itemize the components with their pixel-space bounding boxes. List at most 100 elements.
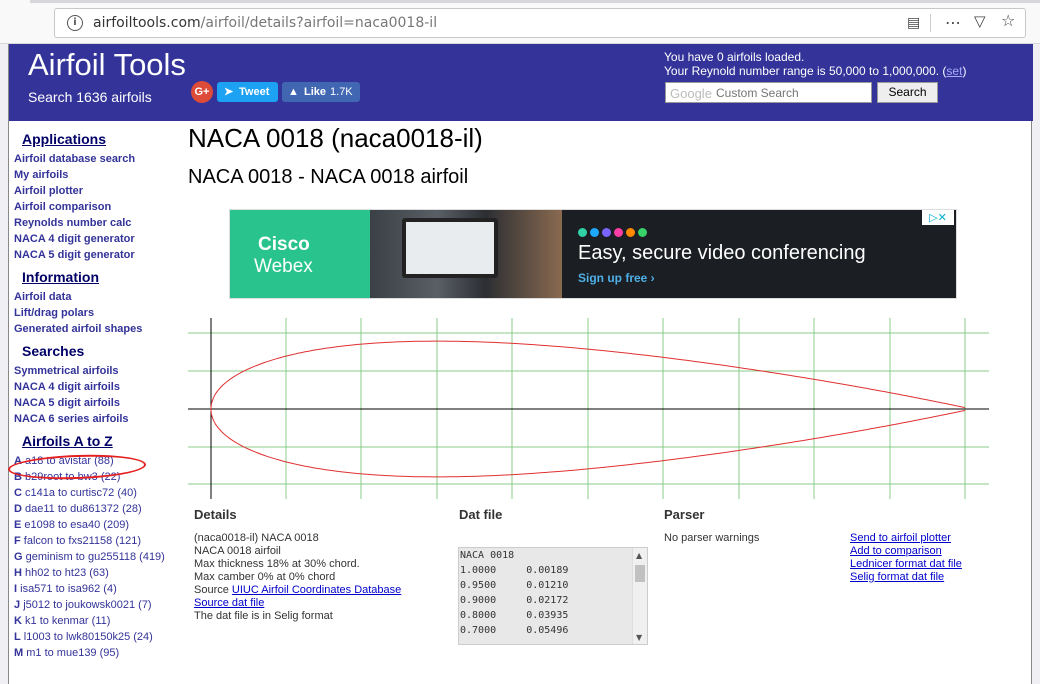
lednicer-dat-link[interactable]: Lednicer format dat file — [850, 558, 962, 570]
application-link[interactable]: Airfoil plotter — [14, 183, 184, 199]
search-link[interactable]: NACA 4 digit airfoils — [14, 379, 184, 395]
az-range-link[interactable]: C c141a to curtisc72 (40) — [14, 485, 184, 501]
az-range-link[interactable]: M m1 to mue139 (95) — [14, 645, 184, 661]
airfoils-az-heading[interactable]: Airfoils A to Z — [22, 431, 184, 453]
parser-status: No parser warnings — [664, 532, 760, 544]
az-letter: K — [14, 615, 22, 627]
information-link[interactable]: Airfoil data — [14, 289, 184, 305]
page-title: NACA 0018 (naca0018-il) — [188, 123, 483, 153]
az-range-link[interactable]: L l1003 to lwk80150k25 (24) — [14, 629, 184, 645]
details-line: Max thickness 18% at 30% chord. — [194, 558, 360, 570]
scrollbar-thumb[interactable] — [635, 565, 645, 582]
add-to-comparison-link[interactable]: Add to comparison — [850, 545, 942, 557]
search-link[interactable]: NACA 6 series airfoils — [14, 411, 184, 427]
datfile-line: NACA 0018 — [460, 550, 515, 561]
custom-search-field[interactable]: Google — [665, 82, 872, 103]
airfoil-plot — [188, 318, 989, 499]
send-to-plotter-link[interactable]: Send to airfoil plotter — [850, 532, 951, 544]
datfile-line: 0.8000 0.03935 — [460, 610, 569, 621]
az-range-link[interactable]: K k1 to kenmar (11) — [14, 613, 184, 629]
az-letter: L — [14, 631, 21, 643]
pocket-icon[interactable]: ▽ — [974, 12, 986, 30]
parser-heading: Parser — [664, 507, 705, 522]
application-link[interactable]: Airfoil comparison — [14, 199, 184, 215]
ad-headline[interactable]: Easy, secure video conferencing — [578, 242, 866, 265]
datfile-line: 1.0000 0.00189 — [460, 565, 569, 576]
google-plus-button[interactable]: G+ — [191, 81, 213, 103]
az-range-link[interactable]: G geminism to gu255118 (419) — [14, 549, 184, 565]
twitter-bird-icon: ➤ — [224, 86, 234, 98]
set-reynolds-link[interactable]: set — [946, 64, 962, 78]
tweet-button[interactable]: ➤ Tweet — [217, 82, 278, 102]
tweet-label: Tweet — [239, 86, 270, 98]
az-range-link[interactable]: H hh02 to ht23 (63) — [14, 565, 184, 581]
application-link[interactable]: Airfoil database search — [14, 151, 184, 167]
selig-dat-link[interactable]: Selig format dat file — [850, 571, 944, 583]
source-prefix: Source — [194, 584, 232, 596]
browser-toolbar: i airfoiltools.com/airfoil/details?airfo… — [0, 0, 1040, 44]
like-label: Like — [304, 86, 327, 98]
datfile-line: 0.9000 0.02172 — [460, 595, 569, 606]
datfile-line: 0.9500 0.01210 — [460, 580, 569, 591]
az-range-text: geminism to gu255118 (419) — [25, 551, 165, 563]
az-letter: M — [14, 647, 24, 659]
web-page: Airfoil Tools Search 1636 airfoils G+ ➤ T… — [7, 44, 1033, 684]
loaded-count-text: You have 0 airfoils loaded. — [664, 50, 805, 64]
az-letter: E — [14, 519, 22, 531]
az-range-link[interactable]: E e1098 to esa40 (209) — [14, 517, 184, 533]
az-range-text: l1003 to lwk80150k25 (24) — [23, 631, 153, 643]
source-dat-link[interactable]: Source dat file — [194, 597, 264, 609]
ad-signup-link[interactable]: Sign up free › — [578, 271, 655, 285]
advertisement-banner[interactable]: Cisco Webex Easy, secure video conferenc… — [229, 209, 957, 299]
scroll-up-icon[interactable]: ▲ — [636, 551, 642, 560]
ad-cta-label: Sign up free — [578, 271, 648, 285]
uiuc-database-link[interactable]: UIUC Airfoil Coordinates Database — [232, 584, 401, 596]
ad-dot — [590, 228, 599, 237]
ad-dot — [626, 228, 635, 237]
details-line: Max camber 0% at 0% chord — [194, 571, 336, 583]
bookmark-star-icon[interactable]: ☆ — [1001, 11, 1015, 30]
az-range-text: k1 to kenmar (11) — [25, 615, 111, 627]
search-link[interactable]: NACA 5 digit airfoils — [14, 395, 184, 411]
search-link[interactable]: Symmetrical airfoils — [14, 363, 184, 379]
site-header: Airfoil Tools Search 1636 airfoils G+ ➤ T… — [9, 44, 1033, 121]
ad-dot — [638, 228, 647, 237]
site-title[interactable]: Airfoil Tools — [28, 47, 186, 83]
information-link[interactable]: Generated airfoil shapes — [14, 321, 184, 337]
datfile-scrollbar[interactable]: ▲ ▼ — [632, 548, 647, 644]
datfile-textarea[interactable]: NACA 0018 1.0000 0.00189 0.9500 0.01210 … — [458, 547, 648, 645]
ad-dot — [602, 228, 611, 237]
information-link[interactable]: Lift/drag polars — [14, 305, 184, 321]
az-letter: J — [14, 599, 21, 611]
facebook-like-button[interactable]: ▲ Like 1.7K — [282, 82, 360, 102]
ad-choices-close-icon[interactable]: ▷✕ — [922, 210, 954, 225]
az-letter: D — [14, 503, 22, 515]
az-letter: H — [14, 567, 22, 579]
google-logo-text: Google — [670, 86, 712, 101]
page-actions-icon[interactable]: ⋯ — [945, 13, 961, 32]
information-heading[interactable]: Information — [22, 267, 184, 289]
az-range-link[interactable]: F falcon to fxs21158 (121) — [14, 533, 184, 549]
like-count: 1.7K — [330, 86, 353, 98]
az-range-link[interactable]: I isa571 to isa962 (4) — [14, 581, 184, 597]
application-link[interactable]: NACA 5 digit generator — [14, 247, 184, 263]
search-button[interactable]: Search — [877, 82, 938, 103]
application-link[interactable]: Reynolds number calc — [14, 215, 184, 231]
datfile-heading: Dat file — [459, 507, 503, 522]
search-input[interactable] — [716, 85, 866, 100]
ad-brand-webex: Webex — [254, 256, 313, 277]
details-line: (naca0018-il) NACA 0018 — [194, 532, 319, 544]
application-link[interactable]: NACA 4 digit generator — [14, 231, 184, 247]
application-link[interactable]: My airfoils — [14, 167, 184, 183]
address-bar[interactable]: i airfoiltools.com/airfoil/details?airfo… — [54, 8, 1026, 38]
action-links: Send to airfoil plotter Add to compariso… — [850, 532, 962, 584]
az-range-link[interactable]: D dae11 to du861372 (28) — [14, 501, 184, 517]
site-info-icon[interactable]: i — [67, 15, 83, 31]
scroll-down-icon[interactable]: ▼ — [636, 633, 642, 642]
az-range-text: e1098 to esa40 (209) — [24, 519, 129, 531]
applications-heading[interactable]: Applications — [22, 129, 184, 151]
az-range-link[interactable]: J j5012 to joukowsk0021 (7) — [14, 597, 184, 613]
reynolds-close-paren: ) — [962, 64, 967, 78]
reader-view-icon[interactable]: ▤ — [907, 15, 920, 31]
address-url[interactable]: airfoiltools.com/airfoil/details?airfoil… — [93, 15, 437, 31]
